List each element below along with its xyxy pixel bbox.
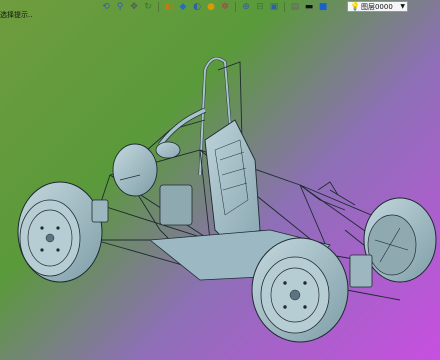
- section-view-icon[interactable]: ◧: [163, 1, 175, 13]
- rotate-icon[interactable]: ↻: [142, 1, 154, 13]
- status-hint: 选择提示..: [0, 11, 33, 19]
- rear-left-wheel: [112, 143, 158, 197]
- chevron-down-icon[interactable]: ▼: [400, 3, 405, 10]
- engine-block: [159, 184, 193, 226]
- front-left-wheel: [17, 181, 103, 283]
- hide-show-icon[interactable]: ◐: [191, 1, 203, 13]
- lightbulb-icon: 💡: [350, 2, 360, 11]
- layer-selector[interactable]: 💡 图层0000 ▼: [347, 1, 408, 12]
- toolbar-separator: [284, 2, 285, 12]
- toolbar-separator: [235, 2, 236, 12]
- front-right-wheel: [251, 237, 349, 343]
- render-icon[interactable]: ▣: [268, 1, 280, 13]
- view-settings-icon[interactable]: ⊕: [240, 1, 252, 13]
- seat: [204, 119, 261, 251]
- display-style-icon[interactable]: ◆: [177, 1, 189, 13]
- layer-label: 图层0000: [360, 2, 393, 11]
- toolbar-separator: [158, 2, 159, 12]
- graphics-viewport[interactable]: [0, 0, 440, 360]
- scene-icon[interactable]: ✲: [219, 1, 231, 13]
- rear-right-wheel: [363, 197, 437, 283]
- pan-icon[interactable]: ✥: [128, 1, 140, 13]
- measure-icon[interactable]: ⊟: [254, 1, 266, 13]
- view-orient-icon[interactable]: ⟲: [100, 1, 112, 13]
- color-swatch-icon[interactable]: ■: [317, 1, 329, 13]
- zoom-icon[interactable]: ⚲: [114, 1, 126, 13]
- appearance-icon[interactable]: ●: [205, 1, 217, 13]
- car-model[interactable]: [0, 0, 440, 360]
- line-style-icon[interactable]: ▬: [303, 1, 315, 13]
- display-pane-icon[interactable]: ▤: [289, 1, 301, 13]
